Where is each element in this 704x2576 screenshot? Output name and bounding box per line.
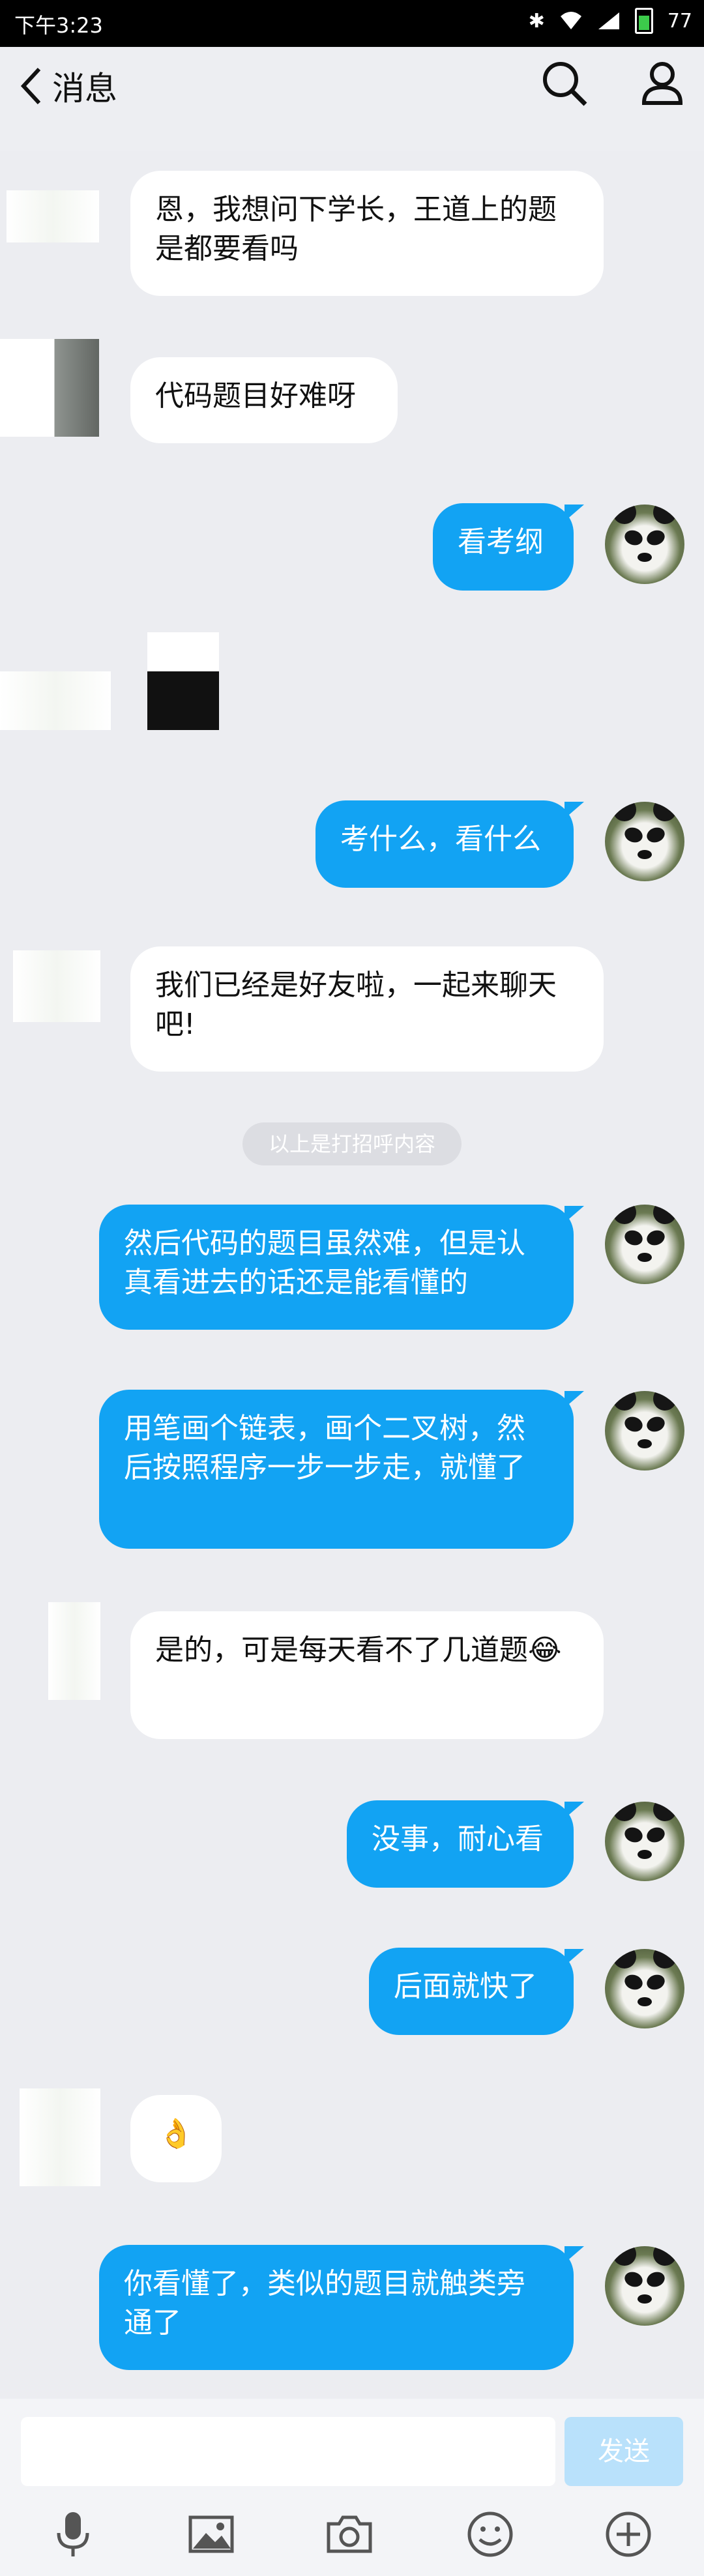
plus-icon[interactable]: [602, 2508, 654, 2560]
chevron-left-icon: [20, 67, 41, 105]
message-bubble-outgoing[interactable]: 看考纲: [433, 503, 584, 591]
message-bubble-incoming[interactable]: 我们已经是好友啦，一起来聊天吧!: [130, 946, 604, 1072]
message-bubble-outgoing[interactable]: 用笔画个链表，画个二叉树，然后按照程序一步一步走，就懂了: [99, 1390, 584, 1549]
back-label: 消息: [52, 70, 117, 108]
message-text: 然后代码的题目虽然难，但是认真看进去的话还是能看懂的: [124, 1227, 525, 1299]
message-bubble-incoming[interactable]: 代码题目好难呀: [130, 357, 398, 443]
system-note: 以上是打招呼内容: [242, 1122, 462, 1165]
send-button[interactable]: 发送: [565, 2417, 683, 2486]
contact-avatar[interactable]: [20, 2088, 100, 2186]
camera-icon[interactable]: [323, 2508, 375, 2560]
user-avatar[interactable]: [605, 1205, 684, 1284]
message-bubble-incoming[interactable]: 👌: [130, 2095, 222, 2182]
back-button[interactable]: 消息: [17, 63, 117, 110]
message-text: 后面就快了: [394, 1970, 537, 2003]
message-text: 代码题目好难呀: [155, 379, 356, 413]
message-bubble-outgoing[interactable]: 后面就快了: [369, 1948, 584, 2035]
bluetooth-icon: ✱: [528, 9, 545, 33]
message-bubble-outgoing[interactable]: 考什么，看什么: [315, 800, 584, 888]
message-text: 考什么，看什么: [340, 823, 541, 856]
user-avatar[interactable]: [605, 1391, 684, 1471]
message-text: 用笔画个链表，画个二叉树，然后按照程序一步一步走，就懂了: [124, 1412, 525, 1484]
contact-avatar[interactable]: [48, 1602, 100, 1700]
image-icon[interactable]: [185, 2508, 237, 2560]
battery-level: 77: [667, 9, 692, 33]
message-bubble-outgoing[interactable]: 你看懂了，类似的题目就触类旁通了: [99, 2245, 584, 2370]
chat-header: 消息: [0, 47, 704, 151]
message-text: 恩，我想问下学长，王道上的题是都要看吗: [155, 193, 557, 265]
search-icon[interactable]: [538, 57, 591, 110]
message-bubble-outgoing[interactable]: 然后代码的题目虽然难，但是认真看进去的话还是能看懂的: [99, 1205, 584, 1330]
contact-avatar[interactable]: [0, 671, 111, 730]
user-avatar[interactable]: [605, 1949, 684, 2028]
profile-icon[interactable]: [636, 57, 688, 110]
input-bar: 发送: [0, 2399, 704, 2576]
message-text: 👌: [158, 2117, 194, 2150]
battery-icon: [634, 8, 653, 34]
message-input[interactable]: [21, 2417, 555, 2486]
contact-avatar[interactable]: [0, 339, 99, 437]
user-avatar[interactable]: [605, 1802, 684, 1881]
wifi-icon: [560, 12, 581, 29]
message-bubble-incoming[interactable]: 恩，我想问下学长，王道上的题是都要看吗: [130, 171, 604, 296]
message-text: 是的，可是每天看不了几道题😂: [155, 1633, 562, 1667]
message-text: 没事，耐心看: [372, 1822, 544, 1856]
signal-icon: [598, 12, 619, 29]
message-text: 看考纲: [458, 525, 544, 559]
blurred-image-message[interactable]: [147, 632, 219, 730]
message-text: 你看懂了，类似的题目就触类旁通了: [124, 2267, 525, 2339]
message-bubble-incoming[interactable]: 是的，可是每天看不了几道题😂: [130, 1611, 604, 1739]
status-bar: 下午3:23 ✱ 77: [0, 0, 704, 47]
user-avatar[interactable]: [605, 505, 684, 584]
emoji-icon[interactable]: [464, 2508, 516, 2560]
contact-avatar[interactable]: [7, 190, 99, 242]
contact-avatar[interactable]: [13, 950, 100, 1022]
microphone-icon[interactable]: [47, 2508, 99, 2560]
user-avatar[interactable]: [605, 2246, 684, 2326]
message-bubble-outgoing[interactable]: 没事，耐心看: [347, 1800, 584, 1888]
status-time: 下午3:23: [14, 13, 103, 38]
user-avatar[interactable]: [605, 802, 684, 881]
message-text: 我们已经是好友啦，一起来聊天吧!: [155, 969, 557, 1041]
